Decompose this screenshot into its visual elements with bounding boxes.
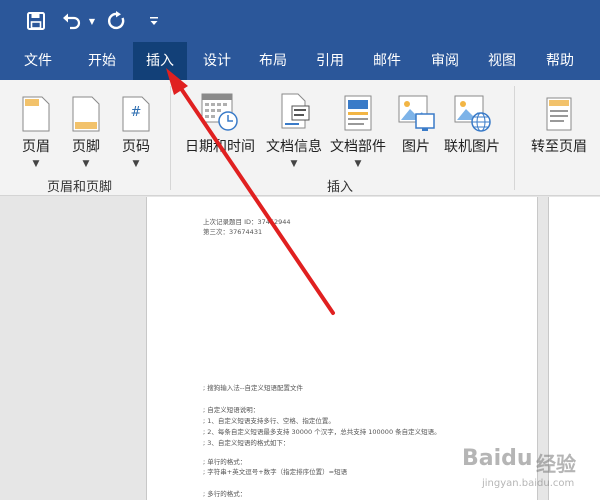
group-divider (514, 86, 515, 190)
repeat-icon (108, 11, 125, 30)
doc-line: 第三次：37674431 (203, 228, 263, 236)
header-icon (22, 96, 50, 132)
chevron-down-icon: ▼ (132, 159, 140, 169)
go-to-header-button-label: 转至页眉 (531, 139, 587, 155)
page-number-icon: # (122, 96, 150, 132)
document-parts-button-label: 文档部件 (330, 139, 386, 155)
chevron-down-icon: ▼ (290, 159, 298, 169)
picture-button[interactable]: 图片 (396, 88, 436, 156)
page-number-button-label: 页码 (122, 139, 150, 155)
date-time-button-label: 日期和时间 (185, 139, 255, 155)
svg-text:#: # (131, 105, 142, 120)
header-button-label: 页眉 (22, 139, 50, 155)
document-info-icon (281, 93, 310, 129)
tab-design[interactable]: 设计 (190, 42, 244, 80)
document-parts-icon (344, 95, 372, 131)
header-button[interactable]: 页眉 ▼ (14, 88, 58, 169)
picture-button-label: 图片 (402, 139, 430, 155)
doc-line: ; 单行的格式： (203, 458, 247, 466)
tab-layout[interactable]: 布局 (246, 42, 300, 80)
chevron-down-icon: ▼ (88, 16, 96, 26)
doc-line: ; 搜狗输入法--自定义短语配置文件 (203, 384, 303, 392)
tab-home[interactable]: 开始 (72, 42, 132, 80)
go-to-header-button[interactable]: 转至页眉 (524, 88, 594, 156)
undo-button[interactable] (60, 8, 84, 34)
online-picture-icon (454, 95, 491, 132)
tab-view[interactable]: 视图 (475, 42, 529, 80)
watermark-suffix: 经验 (536, 452, 576, 476)
chevron-down-icon: ▼ (32, 159, 40, 169)
doc-line: ; 自定义短语说明： (203, 406, 260, 414)
undo-dropdown[interactable]: ▼ (86, 8, 98, 34)
watermark: Baidu 经验 jingyan.baidu.com (460, 440, 600, 500)
watermark-url: jingyan.baidu.com (482, 478, 575, 489)
online-picture-button-label: 联机图片 (444, 139, 500, 155)
date-time-button[interactable]: 日期和时间 (180, 88, 260, 156)
tab-references[interactable]: 引用 (303, 42, 357, 80)
doc-line: ; 字符串+英文逗号+数字（指定排序位置）=短语 (203, 468, 348, 476)
footer-icon (72, 96, 100, 132)
online-picture-button[interactable]: 联机图片 (440, 88, 504, 156)
footer-button-label: 页脚 (72, 139, 100, 155)
title-bar: ▼ (0, 0, 600, 42)
customize-toolbar-icon (150, 17, 158, 25)
ribbon: 页眉 ▼ 页脚 ▼ # 页码 ▼ 页眉和页脚 日期和时间 文档信息 ▼ 文档部件… (0, 80, 600, 196)
undo-icon (63, 13, 81, 30)
go-to-header-icon (546, 97, 572, 131)
group-label-header-footer: 页眉和页脚 (47, 180, 113, 195)
document-info-button-label: 文档信息 (266, 139, 322, 155)
tab-file[interactable]: 文件 (8, 42, 68, 80)
doc-line: 上次记录题目 ID：37452944 (203, 218, 291, 226)
customize-toolbar-button[interactable] (146, 8, 162, 34)
tab-review[interactable]: 审阅 (418, 42, 472, 80)
chevron-down-icon: ▼ (82, 159, 90, 169)
date-time-icon (201, 93, 238, 131)
doc-line: ; 多行的格式： (203, 490, 247, 498)
save-button[interactable] (24, 8, 48, 34)
save-icon (27, 12, 45, 30)
chevron-down-icon: ▼ (354, 159, 362, 169)
tab-mailings[interactable]: 邮件 (360, 42, 414, 80)
repeat-button[interactable] (105, 8, 129, 34)
watermark-brand: Baidu (462, 446, 533, 471)
group-divider (170, 86, 171, 190)
doc-line: ; 3、自定义短语的格式如下： (203, 439, 290, 447)
ribbon-tabs: 文件 开始 插入 设计 布局 引用 邮件 审阅 视图 帮助 (0, 42, 600, 80)
doc-line: ; 1、自定义短语支持多行、空格、指定位置。 (203, 417, 335, 425)
doc-line: ; 2、每条自定义短语最多支持 30000 个汉字，总共支持 100000 条自… (203, 428, 441, 436)
picture-icon (398, 95, 435, 131)
tab-insert[interactable]: 插入 (133, 42, 187, 80)
group-label-insert: 插入 (327, 180, 354, 195)
page-number-button[interactable]: # 页码 ▼ (114, 88, 158, 169)
tab-help[interactable]: 帮助 (532, 42, 588, 80)
document-info-button[interactable]: 文档信息 ▼ (262, 88, 326, 169)
footer-button[interactable]: 页脚 ▼ (64, 88, 108, 169)
document-parts-button[interactable]: 文档部件 ▼ (326, 88, 390, 169)
